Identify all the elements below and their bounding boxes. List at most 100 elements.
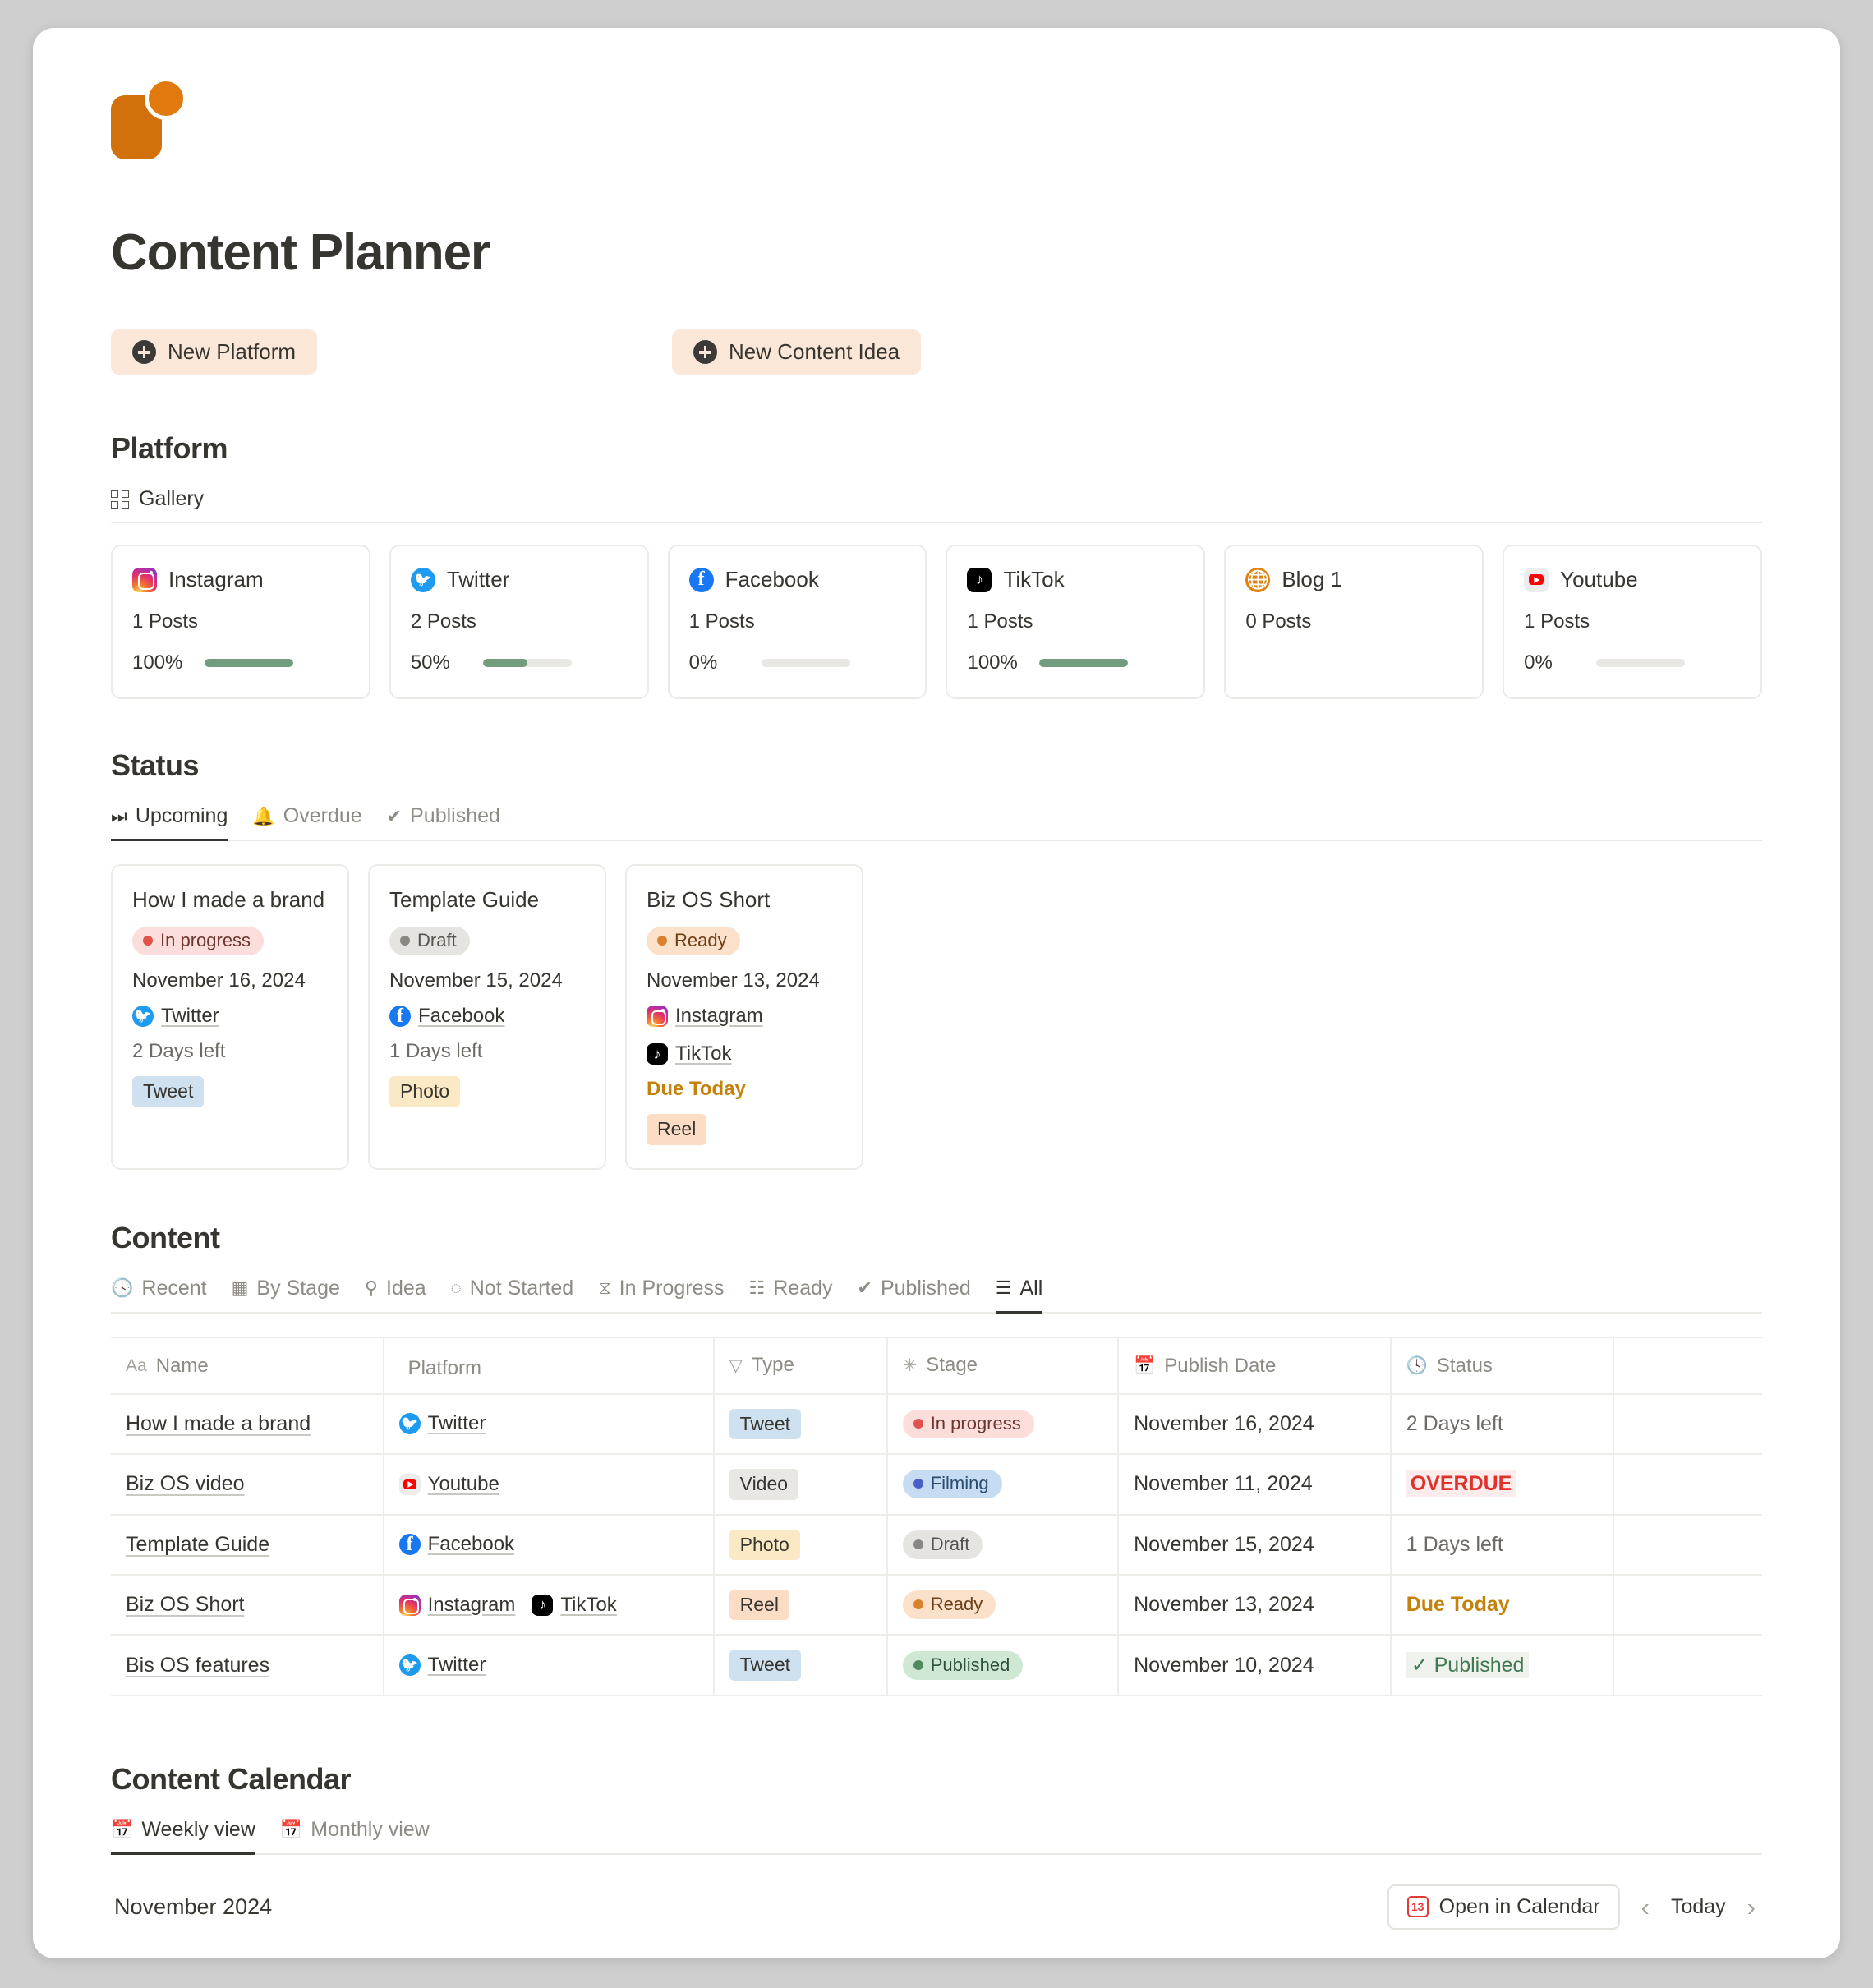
- platform-link-label: Twitter: [427, 1412, 486, 1435]
- platform-link-label: Instagram: [427, 1593, 516, 1616]
- cell-spacer: [1613, 1635, 1762, 1696]
- stage-badge: Ready: [902, 1590, 996, 1620]
- cell-spacer: [1613, 1574, 1762, 1636]
- platform-link[interactable]: Twitter: [398, 1412, 486, 1435]
- content-tab-published[interactable]: ✔ Published: [858, 1277, 971, 1314]
- content-tab-idea[interactable]: ⚲ Idea: [365, 1277, 426, 1314]
- new-content-idea-button[interactable]: New Content Idea: [672, 329, 922, 375]
- status-card-grid: How I made a brand In progress November 16…: [111, 864, 1762, 1170]
- tab-label: Not Started: [469, 1276, 574, 1300]
- status-card[interactable]: Template Guide Draft November 15, 2024 Face…: [368, 864, 606, 1170]
- content-tab-recent[interactable]: 🕓 Recent: [111, 1277, 207, 1314]
- status-card[interactable]: How I made a brand In progress November 16…: [111, 864, 349, 1170]
- content-tab-all[interactable]: ☰ All: [995, 1277, 1043, 1314]
- column-header[interactable]: ▽ Type: [713, 1336, 888, 1395]
- content-tab-not-started[interactable]: ◌ Not Started: [451, 1277, 574, 1314]
- new-content-idea-label: New Content Idea: [729, 339, 900, 364]
- column-label: Platform: [407, 1356, 481, 1379]
- type-tag: Tweet: [729, 1408, 802, 1440]
- cell-name[interactable]: Bis OS features: [111, 1635, 384, 1696]
- column-header[interactable]: 🕓 Status: [1390, 1336, 1615, 1395]
- instagram-icon: [398, 1594, 421, 1616]
- platform-view-gallery[interactable]: Gallery: [111, 487, 204, 522]
- content-tab-by-stage[interactable]: ▦ By Stage: [232, 1277, 340, 1314]
- cell-name[interactable]: How I made a brand: [111, 1393, 384, 1456]
- calendar-month-label: November 2024: [114, 1894, 273, 1919]
- status-icon: ✳: [902, 1355, 918, 1375]
- platform-link[interactable]: TikTok: [647, 1042, 731, 1065]
- open-in-calendar-button[interactable]: 13 Open in Calendar: [1387, 1884, 1620, 1930]
- cell-status: ✓ Published: [1390, 1635, 1615, 1696]
- platform-link[interactable]: TikTok: [532, 1594, 617, 1617]
- table-row[interactable]: Bis OS features Twitter Tweet Published Nove…: [111, 1635, 1762, 1696]
- platform-link[interactable]: Facebook: [398, 1533, 514, 1556]
- cell-name[interactable]: Biz OS Short: [111, 1574, 384, 1636]
- facebook-icon: [389, 1006, 411, 1028]
- table-row[interactable]: Biz OS Short Instagram TikTok Reel Ready Nove…: [111, 1574, 1762, 1636]
- platform-card-name: Instagram: [168, 567, 264, 591]
- type-tag: Reel: [729, 1589, 789, 1621]
- new-platform-button[interactable]: New Platform: [111, 329, 318, 375]
- calendar-prev-button[interactable]: ‹: [1638, 1894, 1653, 1920]
- platform-link-label: TikTok: [675, 1042, 732, 1065]
- twitter-icon: [132, 1006, 154, 1028]
- platform-section-heading: Platform: [111, 431, 228, 465]
- cell-name[interactable]: Biz OS video: [111, 1454, 384, 1516]
- platform-link-list: Facebook: [389, 1005, 585, 1028]
- check-circle-icon: ✔: [857, 1277, 872, 1299]
- calendar-next-button[interactable]: ›: [1744, 1894, 1759, 1920]
- cell-publish-date: November 10, 2024: [1118, 1635, 1392, 1696]
- content-tab-in-progress[interactable]: ⧖ In Progress: [598, 1277, 724, 1314]
- platform-card[interactable]: Instagram 1 Posts 100%: [111, 545, 370, 699]
- calendar-tab-bar: 📅 Weekly view 📅 Monthly view: [111, 1818, 1762, 1855]
- cell-spacer: [1613, 1514, 1762, 1576]
- column-header[interactable]: ✳ Stage: [886, 1336, 1120, 1395]
- type-tag: Photo: [729, 1529, 800, 1560]
- cell-status: 2 Days left: [1390, 1393, 1615, 1456]
- progress-bar: [205, 659, 293, 667]
- platform-card-progress: 0%: [689, 651, 906, 674]
- platform-card-posts: 1 Posts: [967, 610, 1033, 633]
- column-label: Status: [1436, 1354, 1493, 1377]
- platform-link[interactable]: Twitter: [398, 1654, 486, 1677]
- stage-badge: Filming: [902, 1470, 1002, 1499]
- column-header[interactable]: Platform: [383, 1336, 715, 1395]
- platform-card-grid: Instagram 1 Posts 100% Twitter 2 Posts 50%…: [111, 545, 1762, 699]
- platform-card-header: Twitter: [410, 567, 628, 592]
- column-header[interactable]: 📅 Publish Date: [1118, 1336, 1392, 1395]
- status-tab-published[interactable]: ✔ Published: [387, 804, 500, 841]
- platform-card[interactable]: TikTok 1 Posts 100%: [946, 545, 1206, 699]
- platform-card[interactable]: Blog 1 0 Posts: [1224, 545, 1484, 699]
- status-tab-overdue[interactable]: 🔔 Overdue: [252, 804, 361, 841]
- cell-stage: Published: [886, 1635, 1120, 1696]
- cell-spacer: [1613, 1454, 1762, 1516]
- platform-card[interactable]: Twitter 2 Posts 50%: [389, 545, 649, 699]
- platform-link[interactable]: Youtube: [398, 1473, 499, 1496]
- platform-card[interactable]: Youtube 1 Posts 0%: [1503, 545, 1762, 699]
- calendar-tab-weekly-view[interactable]: 📅 Weekly view: [111, 1818, 255, 1855]
- platform-card-posts: 0 Posts: [1245, 610, 1312, 633]
- status-tab-upcoming[interactable]: ⏭ Upcoming: [111, 804, 228, 841]
- content-tab-ready[interactable]: ☷ Ready: [749, 1277, 833, 1314]
- platform-link[interactable]: Facebook: [389, 1005, 504, 1028]
- platform-link[interactable]: Instagram: [647, 1005, 763, 1028]
- content-table-body: How I made a brand Twitter Tweet In progres…: [111, 1393, 1762, 1696]
- calendar-tab-monthly-view[interactable]: 📅 Monthly view: [280, 1818, 430, 1855]
- tab-label: Recent: [141, 1276, 207, 1300]
- cell-platform: Twitter: [383, 1635, 715, 1696]
- cell-status: OVERDUE: [1390, 1454, 1615, 1516]
- cell-name[interactable]: Template Guide: [111, 1514, 384, 1576]
- platform-link[interactable]: Twitter: [132, 1005, 219, 1028]
- column-header[interactable]: Aa Name: [111, 1336, 384, 1395]
- stage-label: Draft: [417, 930, 457, 950]
- platform-link[interactable]: Instagram: [398, 1593, 516, 1617]
- table-row[interactable]: Template Guide Facebook Photo Draft November…: [111, 1514, 1762, 1576]
- calendar-today-button[interactable]: Today: [1671, 1895, 1726, 1919]
- platform-card-header: Facebook: [688, 567, 906, 592]
- table-row[interactable]: Biz OS video Youtube Video Filming November …: [111, 1454, 1762, 1516]
- status-card[interactable]: Biz OS Short Ready November 13, 2024 Instag…: [625, 864, 863, 1170]
- cell-publish-date: November 15, 2024: [1118, 1514, 1392, 1576]
- stage-label: In progress: [160, 930, 251, 950]
- table-row[interactable]: How I made a brand Twitter Tweet In progres…: [111, 1393, 1762, 1456]
- platform-card[interactable]: Facebook 1 Posts 0%: [667, 545, 927, 699]
